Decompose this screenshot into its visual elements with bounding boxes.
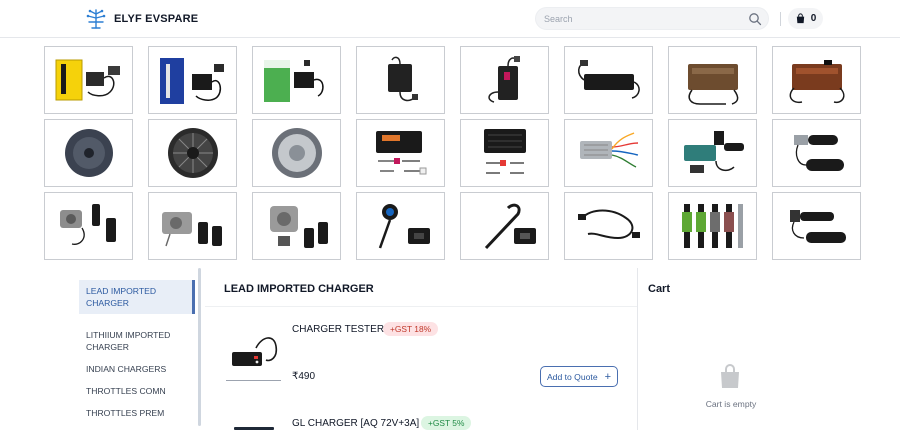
product-tile[interactable]: [772, 119, 861, 187]
search-bar[interactable]: [535, 7, 769, 30]
throttle-controller-kit-image: [683, 131, 744, 173]
product-tile[interactable]: [356, 119, 445, 187]
product-tile[interactable]: [252, 46, 341, 114]
gst-badge: +GST 5%: [421, 416, 472, 430]
throttle-grip-pair-image: [789, 210, 846, 243]
top-header: ELYF EVSPARE 0: [0, 0, 900, 38]
category-indian-chargers[interactable]: INDIAN CHARGERS: [79, 358, 192, 380]
large-lithium-charger-image: [577, 60, 640, 99]
metal-charger-brown-image: [687, 64, 738, 105]
product-tile[interactable]: [148, 119, 237, 187]
search-input[interactable]: [536, 8, 736, 29]
hub-motor-image: [64, 129, 113, 177]
black-controller-image: [483, 129, 526, 174]
brand-name: ELYF EVSPARE: [114, 13, 199, 25]
category-lithium-imported-charger[interactable]: LITHIIUM IMPORTED CHARGER: [79, 324, 192, 358]
category-title: LEAD IMPORTED CHARGER: [224, 283, 374, 295]
gst-badge: +GST 18%: [383, 322, 439, 336]
controller-with-wires-image: [375, 131, 426, 175]
title-divider: [205, 306, 637, 307]
product-tile[interactable]: [252, 119, 341, 187]
laptop-style-charger-image: [387, 56, 418, 102]
product-tile[interactable]: [564, 46, 653, 114]
product-tile[interactable]: [252, 192, 341, 260]
cart-button[interactable]: 0: [788, 8, 823, 29]
cart-count: 0: [810, 13, 817, 24]
product-tile[interactable]: [44, 119, 133, 187]
cart-title: Cart: [648, 283, 671, 295]
product-tile[interactable]: [772, 192, 861, 260]
shock-absorbers-image: [681, 204, 743, 248]
lock-set-keys-image: [161, 212, 222, 247]
charging-port-image: [378, 204, 430, 249]
shopping-bag-icon: [796, 13, 804, 24]
logo-icon: [86, 9, 106, 29]
charger-tester-image[interactable]: [226, 326, 282, 378]
product-tile[interactable]: [148, 46, 237, 114]
plus-icon: +: [604, 370, 612, 383]
spoked-hub-motor-image: [167, 128, 218, 178]
product-tile[interactable]: [356, 192, 445, 260]
product-tile[interactable]: [356, 46, 445, 114]
product-name[interactable]: CHARGER TESTER: [292, 324, 384, 335]
product-tile[interactable]: [148, 192, 237, 260]
product-tile[interactable]: [772, 46, 861, 114]
product-image-underline: [226, 380, 281, 381]
header-divider: [780, 12, 781, 26]
silver-controller-image: [579, 132, 638, 168]
product-tile[interactable]: [44, 46, 133, 114]
socket-cable-image: [484, 203, 536, 250]
silver-hub-motor-image: [271, 128, 322, 178]
brand-logo[interactable]: ELYF EVSPARE: [84, 8, 198, 30]
product-tile[interactable]: [44, 192, 133, 260]
product-tile[interactable]: [460, 192, 549, 260]
cart-panel: Cart Cart is empty: [638, 268, 900, 430]
search-icon[interactable]: [748, 12, 762, 26]
category-throttles-comn[interactable]: THROTTLES COMN: [79, 380, 192, 402]
add-to-quote-label: Add to Quote: [546, 371, 598, 382]
product-tile[interactable]: [564, 119, 653, 187]
product-price: ₹490: [292, 371, 316, 382]
product-image-grid: [44, 46, 861, 260]
add-to-quote-button[interactable]: Add to Quote +: [540, 366, 618, 387]
category-throttles-prem[interactable]: THROTTLES PREM: [79, 402, 192, 424]
sidebar-scrollbar[interactable]: [198, 268, 201, 426]
product-tile[interactable]: [668, 46, 757, 114]
product-tile[interactable]: [460, 119, 549, 187]
sensor-cable-image: [577, 209, 640, 240]
product-tile[interactable]: [668, 192, 757, 260]
blue-ev-charger-box-image: [159, 58, 224, 104]
yellow-ev-charger-image: [55, 59, 120, 101]
product-tile[interactable]: [564, 192, 653, 260]
product-tile[interactable]: [460, 46, 549, 114]
product-tile[interactable]: [668, 119, 757, 187]
category-lead-imported-charger[interactable]: LEAD IMPORTED CHARGER: [79, 280, 195, 314]
metal-charger-orange-image: [789, 60, 844, 104]
product-name[interactable]: GL CHARGER [AQ 72V+3A]: [292, 418, 419, 429]
throttle-grip-image: [793, 135, 844, 171]
product-list-panel: LEAD IMPORTED CHARGER CHARGER TESTER +GS…: [205, 268, 637, 430]
key-switch-image: [269, 206, 328, 248]
green-charger-box-image: [263, 60, 324, 102]
cart-empty-text: Cart is empty: [705, 399, 757, 409]
ignition-lock-set-image: [59, 204, 116, 245]
charger-with-cable-image: [487, 56, 520, 103]
empty-bag-icon: [721, 364, 739, 388]
category-sidebar: LEAD IMPORTED CHARGER LITHIIUM IMPORTED …: [79, 280, 200, 430]
